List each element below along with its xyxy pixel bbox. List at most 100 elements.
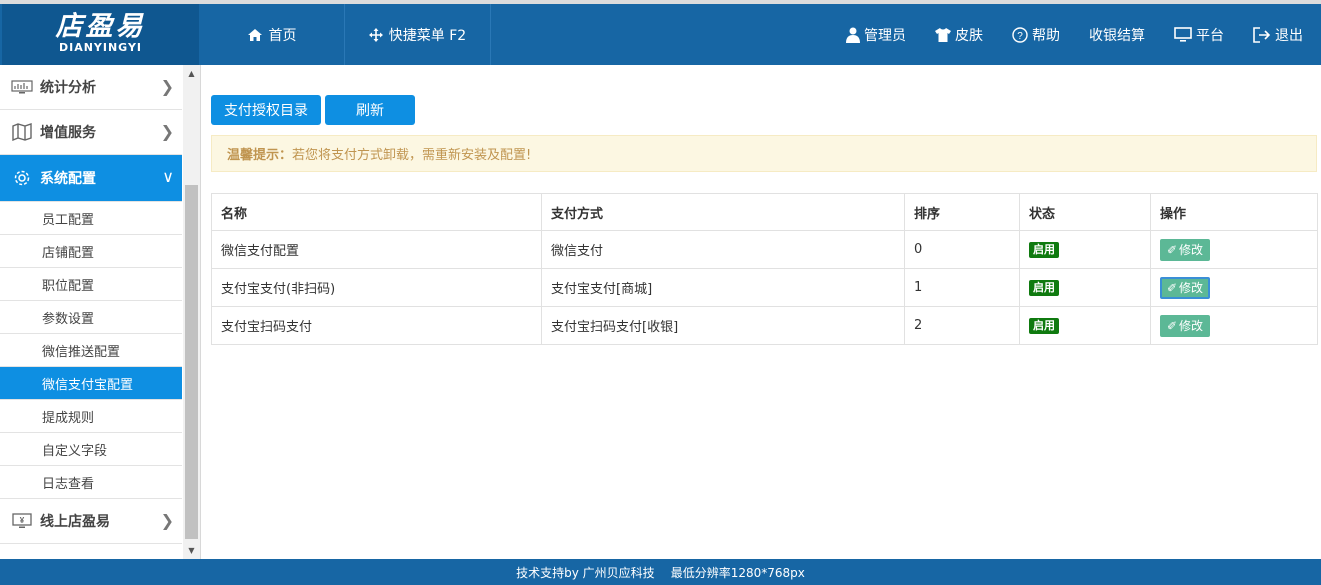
cell-name: 支付宝扫码支付 — [211, 306, 542, 345]
move-icon — [368, 27, 383, 42]
chevron-right-icon: ❯ — [160, 511, 174, 530]
sidebar-group-statistics[interactable]: 统计分析 ❯ — [0, 65, 182, 110]
sidebar-item-parameter-settings[interactable]: 参数设置 — [0, 301, 182, 334]
sidebar-group-label: 线上店盈易 — [40, 514, 110, 530]
nav-skin-label: 皮肤 — [955, 27, 983, 44]
sidebar-item-staff-config[interactable]: 员工配置 — [0, 202, 182, 235]
chart-icon — [11, 78, 33, 96]
cell-name: 微信支付配置 — [211, 230, 542, 269]
nav-shortcut-label: 快捷菜单 F2 — [388, 27, 467, 44]
sidebar-scrollbar[interactable]: ▲ ▼ — [183, 65, 200, 559]
footer-support: 技术支持by 广州贝应科技 — [516, 565, 655, 580]
gear-icon — [11, 169, 33, 187]
sidebar-item-custom-fields[interactable]: 自定义字段 — [0, 433, 182, 466]
sidebar-group-label: 增值服务 — [40, 125, 96, 141]
chevron-down-icon: ∨ — [162, 167, 174, 186]
edit-button[interactable]: ✐ 修改 — [1160, 314, 1210, 337]
user-nav: 管理员 皮肤 ? 帮助 收银结算 平台 退出 — [817, 4, 1303, 65]
warning-notice: 温馨提示： 若您将支付方式卸载，需重新安装及配置! — [211, 135, 1317, 172]
notice-text: 若您将支付方式卸载，需重新安装及配置! — [292, 148, 532, 163]
sidebar-group-system-config[interactable]: 系统配置 ∨ — [0, 155, 182, 202]
cell-method: 微信支付 — [541, 230, 905, 269]
home-icon — [247, 28, 262, 41]
refresh-button[interactable]: 刷新 — [325, 95, 415, 125]
cell-action: ✐ 修改 — [1150, 230, 1318, 269]
table-row: 微信支付配置 微信支付 0 启用 ✐ 修改 — [211, 230, 1318, 269]
footer: 技术支持by 广州贝应科技 最低分辨率1280*768px — [0, 559, 1321, 585]
chevron-right-icon: ❯ — [160, 77, 174, 96]
sidebar-item-store-config[interactable]: 店铺配置 — [0, 235, 182, 268]
pencil-icon: ✐ — [1166, 318, 1178, 333]
cell-sort: 1 — [904, 268, 1020, 307]
sidebar-item-position-config[interactable]: 职位配置 — [0, 268, 182, 301]
table-header-row: 名称 支付方式 排序 状态 操作 — [211, 193, 1318, 231]
sidebar-group-value-added[interactable]: 增值服务 ❯ — [0, 110, 182, 155]
svg-text:?: ? — [1017, 31, 1023, 42]
column-header-sort: 排序 — [904, 193, 1020, 231]
scroll-up-arrow-icon[interactable]: ▲ — [183, 65, 200, 82]
shirt-icon — [935, 27, 951, 42]
yen-monitor-icon: ¥ — [11, 512, 33, 530]
sidebar-item-commission-rules[interactable]: 提成规则 — [0, 400, 182, 433]
sidebar-item-log-view[interactable]: 日志查看 — [0, 466, 182, 499]
user-icon — [846, 27, 860, 43]
logo: 店盈易 DIANYINGYI — [2, 4, 199, 65]
sidebar-group-label: 统计分析 — [40, 80, 96, 96]
status-badge: 启用 — [1029, 317, 1059, 334]
cell-action: ✐ 修改 — [1150, 268, 1318, 307]
cell-status: 启用 — [1019, 306, 1151, 345]
nav-help-label: 帮助 — [1032, 27, 1060, 44]
primary-nav: 首页 快捷菜单 F2 — [199, 4, 491, 65]
logo-text: 店盈易 — [55, 11, 146, 42]
column-header-method: 支付方式 — [541, 193, 905, 231]
cell-status: 启用 — [1019, 268, 1151, 307]
column-header-action: 操作 — [1150, 193, 1318, 231]
scroll-thumb[interactable] — [185, 185, 198, 539]
edit-button-label: 修改 — [1179, 243, 1204, 257]
pencil-icon: ✐ — [1166, 242, 1178, 257]
nav-logout-label: 退出 — [1275, 27, 1303, 44]
sidebar-group-online-store[interactable]: ¥ 线上店盈易 ❯ — [0, 499, 182, 544]
main-content: 支付授权目录 刷新 温馨提示： 若您将支付方式卸载，需重新安装及配置! 名称 支… — [201, 65, 1321, 559]
nav-admin[interactable]: 管理员 — [846, 25, 906, 45]
nav-home[interactable]: 首页 — [199, 4, 345, 65]
nav-platform-label: 平台 — [1196, 27, 1224, 44]
chevron-right-icon: ❯ — [160, 122, 174, 141]
monitor-icon — [1174, 27, 1192, 42]
nav-help[interactable]: ? 帮助 — [1012, 25, 1060, 45]
payment-auth-catalog-button[interactable]: 支付授权目录 — [211, 95, 321, 125]
cell-method: 支付宝支付[商城] — [541, 268, 905, 307]
sidebar-group-label: 系统配置 — [40, 171, 96, 187]
payment-methods-table: 名称 支付方式 排序 状态 操作 微信支付配置 微信支付 0 启用 ✐ 修改 支… — [211, 193, 1318, 345]
scroll-down-arrow-icon[interactable]: ▼ — [183, 542, 200, 559]
edit-button[interactable]: ✐ 修改 — [1160, 238, 1210, 261]
map-icon — [11, 123, 33, 141]
sidebar-item-wechat-alipay[interactable]: 微信支付宝配置 — [0, 367, 182, 400]
edit-button-label: 修改 — [1179, 319, 1204, 333]
column-header-name: 名称 — [211, 193, 542, 231]
edit-button-label: 修改 — [1179, 281, 1204, 295]
cell-method: 支付宝扫码支付[收银] — [541, 306, 905, 345]
svg-text:¥: ¥ — [20, 516, 25, 525]
top-header: 店盈易 DIANYINGYI 首页 快捷菜单 F2 管理员 皮肤 ? 帮助 收银… — [0, 4, 1321, 65]
nav-shortcut-menu[interactable]: 快捷菜单 F2 — [345, 4, 491, 65]
table-row: 支付宝扫码支付 支付宝扫码支付[收银] 2 启用 ✐ 修改 — [211, 306, 1318, 345]
footer-resolution: 最低分辨率1280*768px — [670, 565, 805, 580]
table-row: 支付宝支付(非扫码) 支付宝支付[商城] 1 启用 ✐ 修改 — [211, 268, 1318, 307]
cell-status: 启用 — [1019, 230, 1151, 269]
sidebar-item-wechat-push[interactable]: 微信推送配置 — [0, 334, 182, 367]
pencil-icon: ✐ — [1166, 280, 1178, 295]
nav-platform[interactable]: 平台 — [1174, 25, 1224, 45]
nav-home-label: 首页 — [268, 27, 297, 44]
help-icon: ? — [1012, 26, 1028, 43]
cell-action: ✐ 修改 — [1150, 306, 1318, 345]
cell-name: 支付宝支付(非扫码) — [211, 268, 542, 307]
nav-logout[interactable]: 退出 — [1253, 25, 1303, 45]
nav-skin[interactable]: 皮肤 — [935, 25, 983, 45]
notice-title: 温馨提示： — [227, 148, 293, 163]
status-badge: 启用 — [1029, 279, 1059, 296]
nav-admin-label: 管理员 — [864, 27, 906, 44]
edit-button[interactable]: ✐ 修改 — [1160, 276, 1210, 299]
cell-sort: 0 — [904, 230, 1020, 269]
nav-checkout[interactable]: 收银结算 — [1089, 25, 1145, 45]
